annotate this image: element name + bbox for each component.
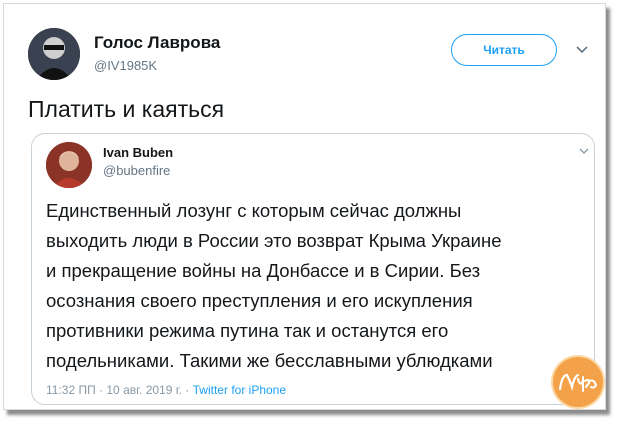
author-name[interactable]: Голос Лаврова <box>94 33 220 53</box>
avatar-image <box>46 142 92 188</box>
timestamp[interactable]: 11:32 ПП · 10 авг. 2019 г. · <box>46 383 193 397</box>
tweet-card: Голос Лаврова @IV1985K Читать Платить и … <box>3 3 606 410</box>
quoted-text-line: и прекращение войны на Донбассе и в Сири… <box>46 260 481 281</box>
quoted-text-line: осознания своего преступления и его иску… <box>46 290 473 311</box>
chevron-down-icon[interactable] <box>578 145 590 157</box>
author-avatar[interactable] <box>28 28 80 80</box>
watermark-logo <box>553 357 603 407</box>
quoted-text-line: подельниками. Такими же бесславными ублю… <box>46 350 493 371</box>
tweet-text: Платить и каяться <box>28 96 225 122</box>
chevron-down-icon[interactable] <box>574 42 590 58</box>
quoted-tweet[interactable]: Ivan Buben @bubenfire Единственный лозун… <box>31 133 595 405</box>
tweet-metadata: 11:32 ПП · 10 авг. 2019 г. · Twitter for… <box>46 383 286 397</box>
quoted-author-handle[interactable]: @bubenfire <box>103 163 170 178</box>
avatar-image <box>28 28 80 80</box>
author-handle[interactable]: @IV1985K <box>94 58 157 73</box>
quoted-author-name[interactable]: Ivan Buben <box>103 145 173 160</box>
quoted-tweet-text: Единственный лозунг с которым сейчас дол… <box>46 196 586 376</box>
watermark-lettering <box>558 373 598 392</box>
follow-button[interactable]: Читать <box>451 34 557 66</box>
quoted-text-line: противники режима путина так и останутся… <box>46 320 449 341</box>
quoted-text-line: Единственный лозунг с которым сейчас дол… <box>46 200 462 221</box>
quoted-text-line: выходить люди в России это возврат Крыма… <box>46 230 502 251</box>
quoted-author-avatar[interactable] <box>46 142 92 188</box>
source-link[interactable]: Twitter for iPhone <box>193 383 286 397</box>
